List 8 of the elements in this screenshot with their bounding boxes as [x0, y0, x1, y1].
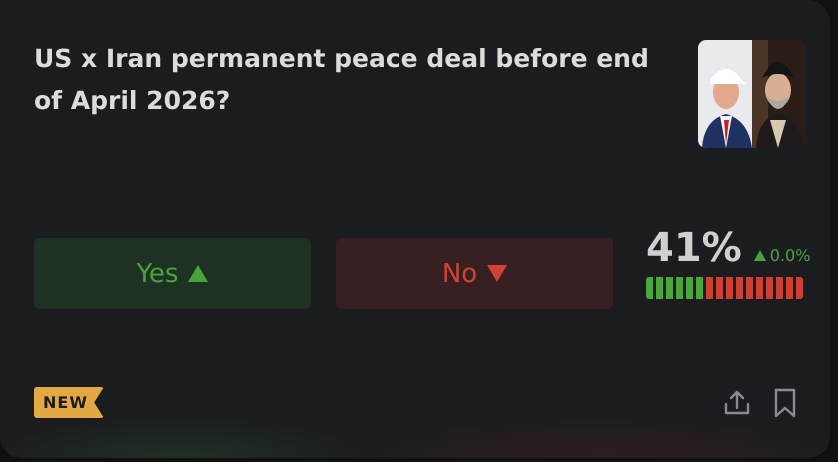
market-title[interactable]: US x Iran permanent peace deal before end of April 2026?: [34, 38, 674, 122]
bookmark-icon[interactable]: [774, 388, 796, 418]
probability-percent: 41%: [646, 226, 742, 268]
new-badge: NEW: [34, 387, 104, 418]
share-icon[interactable]: [724, 388, 750, 416]
probability-change: 0.0%: [754, 246, 810, 268]
yes-button[interactable]: Yes: [34, 238, 311, 309]
no-button[interactable]: No: [336, 238, 613, 309]
